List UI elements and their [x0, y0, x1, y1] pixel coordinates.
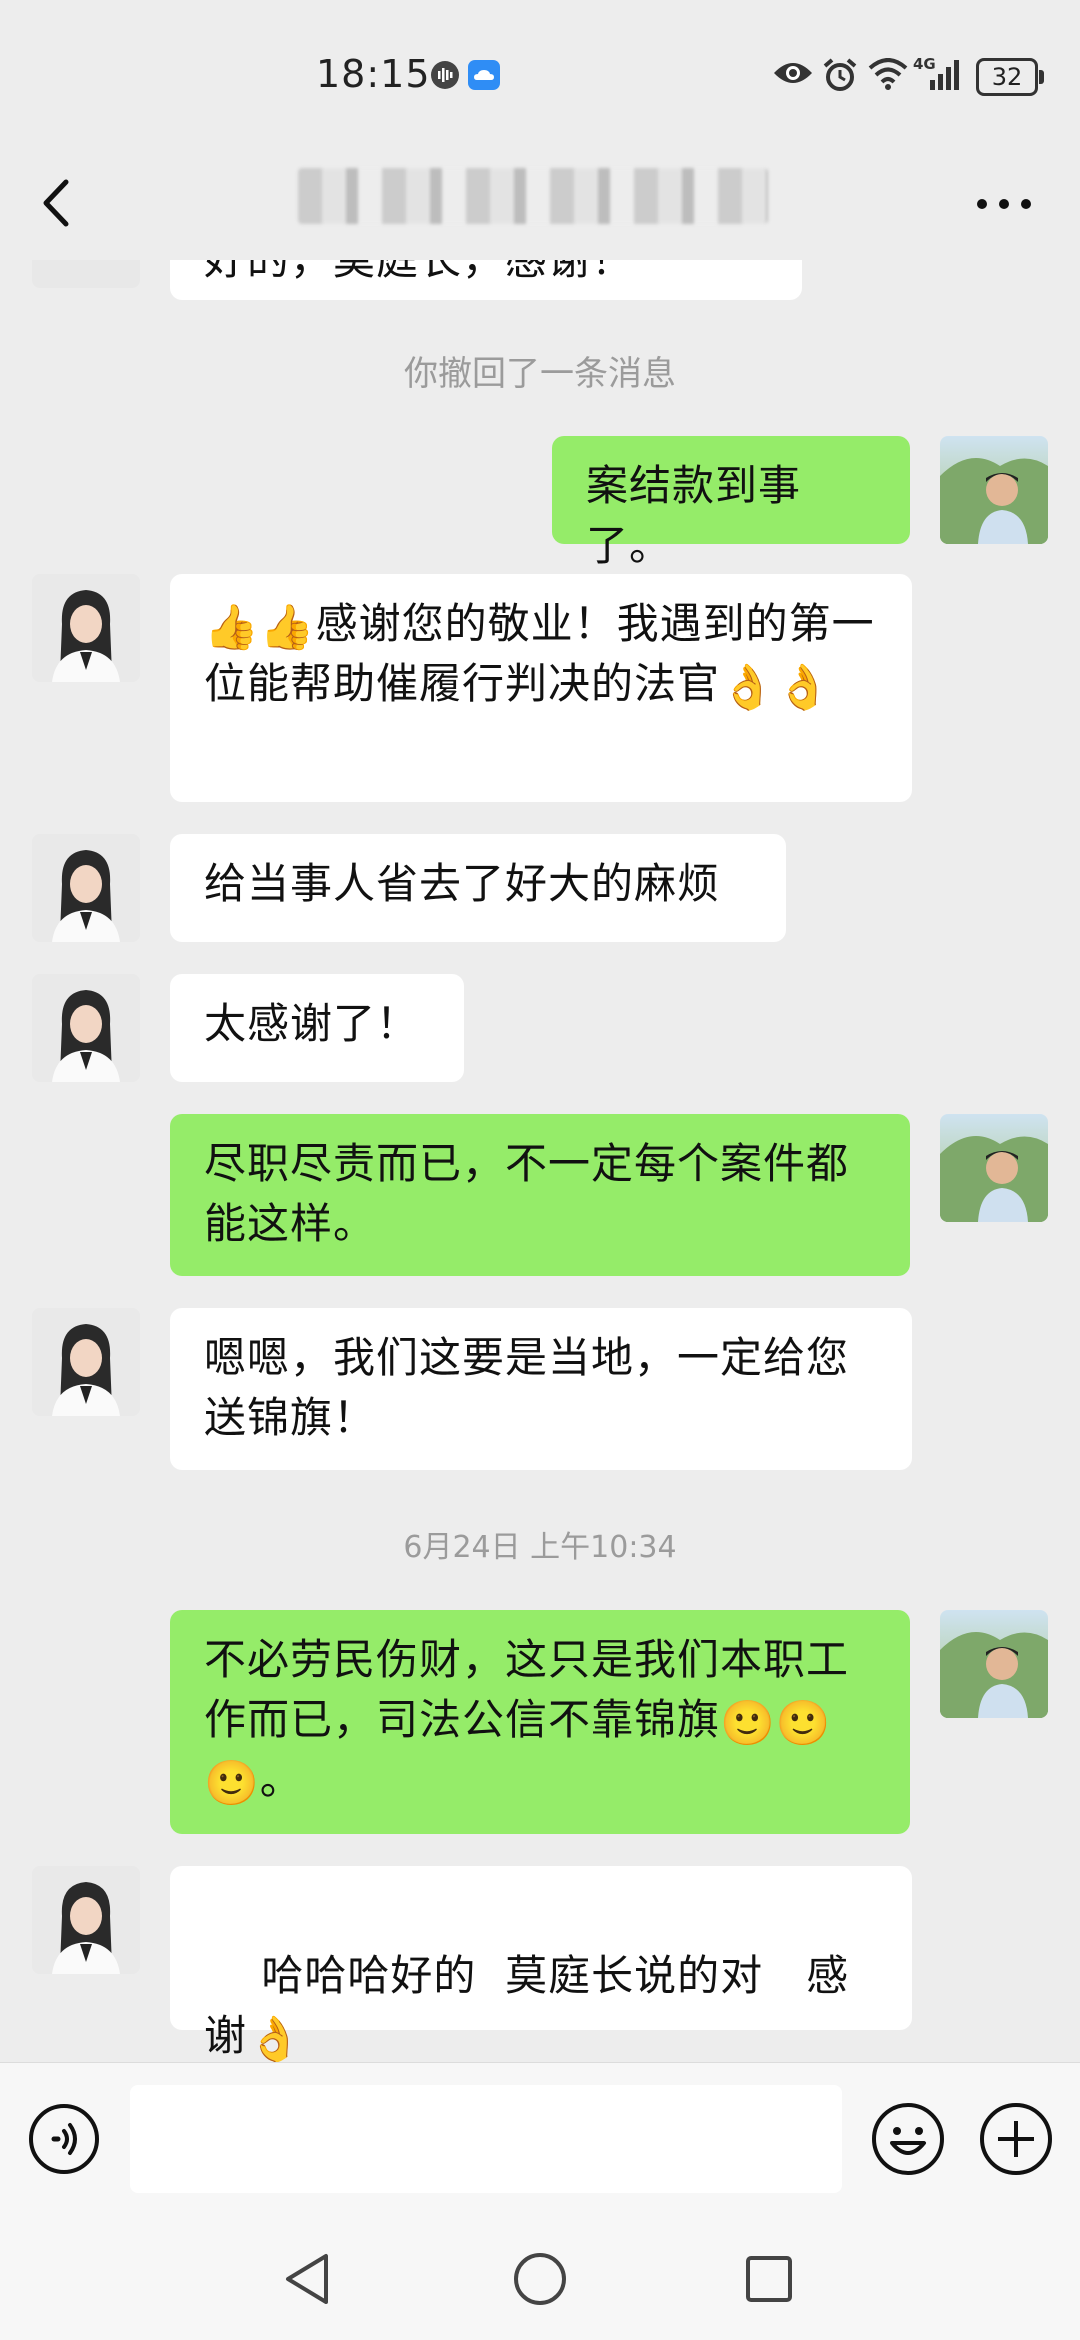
- nav-back-icon[interactable]: [274, 2244, 344, 2314]
- audio-icon: [431, 61, 459, 89]
- status-bar: 18:15 4G 32: [0, 0, 1080, 150]
- contact-avatar[interactable]: [32, 1308, 140, 1416]
- message-bubble[interactable]: 嗯嗯，我们这要是当地，一定给您送锦旗！: [170, 1308, 912, 1470]
- alarm-icon: [823, 58, 857, 91]
- recall-notice: 你撤回了一条消息: [404, 354, 676, 394]
- contact-avatar[interactable]: [32, 974, 140, 1082]
- contact-avatar[interactable]: [32, 260, 140, 288]
- chat-area[interactable]: 好的，莫庭长，感谢！ 你撤回了一条消息 案结款到事了。 👍👍感谢您的敬业！我遇到…: [0, 260, 1080, 2062]
- smile-icon: 🙂: [775, 1698, 832, 1749]
- cloud-icon: [468, 60, 500, 90]
- ok-hand-icon: 👌: [720, 662, 776, 713]
- contact-avatar[interactable]: [32, 574, 140, 682]
- back-icon[interactable]: [30, 168, 90, 238]
- smile-icon: 🙂: [720, 1698, 776, 1749]
- my-avatar[interactable]: [940, 1610, 1048, 1718]
- ok-hand-icon: 👌: [775, 662, 832, 713]
- timestamp: 6月24日 上午10:34: [403, 1530, 677, 1565]
- contact-avatar[interactable]: [32, 834, 140, 942]
- message-bubble[interactable]: 好的，莫庭长，感谢！: [170, 260, 802, 300]
- nav-home-icon[interactable]: [505, 2244, 575, 2314]
- person-photo-icon: [940, 1632, 1048, 1718]
- message-input[interactable]: [130, 2085, 842, 2193]
- message-bubble[interactable]: 👍👍感谢您的敬业！我遇到的第一位能帮助催履行判决的法官👌👌: [170, 574, 912, 802]
- message-bubble[interactable]: 案结款到事了。: [552, 436, 910, 570]
- input-bar: [0, 2062, 1080, 2215]
- contact-avatar[interactable]: [32, 1866, 140, 1974]
- title-bar: [0, 150, 1080, 260]
- person-photo-icon: [32, 834, 140, 942]
- message-bubble[interactable]: 给当事人省去了好大的麻烦: [170, 834, 786, 942]
- ok-hand-icon: 👌: [247, 2014, 303, 2062]
- eye-icon: [774, 63, 812, 83]
- more-functions-icon[interactable]: [978, 2101, 1054, 2177]
- chat-title: [298, 168, 768, 224]
- battery-indicator: 32: [976, 58, 1044, 96]
- person-photo-icon: [32, 974, 140, 1082]
- thumbs-up-icon: 👍: [259, 602, 316, 653]
- message-bubble[interactable]: 不必劳民伤财，这只是我们本职工作而已，司法公信不靠锦旗🙂🙂🙂。: [170, 1610, 910, 1834]
- voice-input-icon[interactable]: [28, 2103, 100, 2175]
- status-time: 18:15: [316, 52, 431, 96]
- nav-recents-icon[interactable]: [734, 2244, 804, 2314]
- my-avatar[interactable]: [940, 1114, 1048, 1222]
- person-photo-icon: [940, 458, 1048, 544]
- emoji-picker-icon[interactable]: [870, 2101, 946, 2177]
- wifi-icon: [868, 58, 908, 90]
- system-nav-bar: [0, 2214, 1080, 2340]
- message-bubble[interactable]: 尽职尽责而已，不一定每个案件都能这样。: [170, 1114, 910, 1276]
- person-photo-icon: [32, 1308, 140, 1416]
- more-icon[interactable]: [974, 192, 1034, 216]
- smile-icon: 🙂: [204, 1758, 260, 1809]
- my-avatar[interactable]: [940, 436, 1048, 544]
- person-photo-icon: [32, 1866, 140, 1974]
- signal-icon: [930, 60, 959, 90]
- person-photo-icon: [32, 574, 140, 682]
- person-photo-icon: [940, 1136, 1048, 1222]
- thumbs-up-icon: 👍: [204, 602, 260, 653]
- message-bubble[interactable]: 太感谢了！: [170, 974, 464, 1082]
- message-bubble[interactable]: 哈哈哈好的 莫庭长说的对 感谢👌: [170, 1866, 912, 2062]
